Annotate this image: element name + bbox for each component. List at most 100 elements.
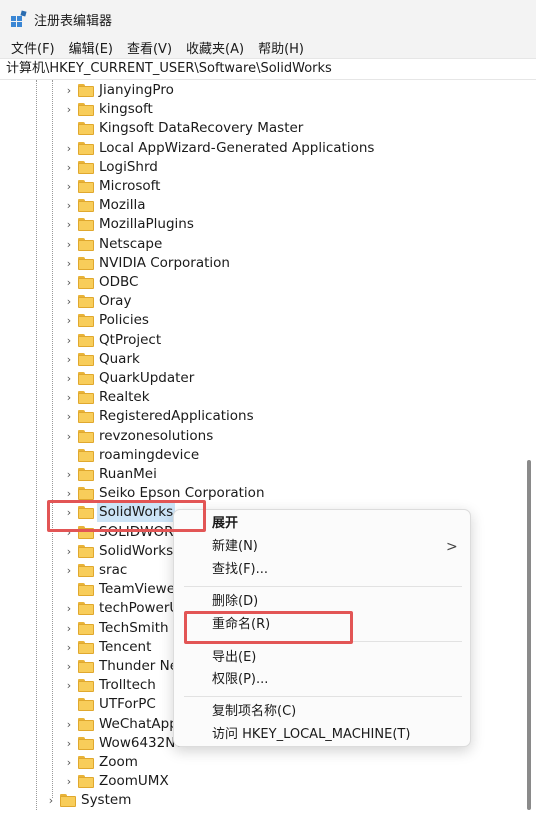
menu-copy-key-name[interactable]: 复制项名称(C) [212,702,296,722]
scrollbar-thumb[interactable] [527,460,531,810]
expand-chevron-icon[interactable]: › [64,427,74,446]
expand-chevron-icon[interactable]: › [46,791,56,810]
tree-item-label: Local AppWizard-Generated Applications [99,139,375,156]
tree-item[interactable]: › kingsoft [0,100,520,119]
tree-item-label: UTForPC [99,696,156,713]
expand-chevron-icon[interactable]: › [64,772,74,791]
menu-view[interactable]: 查看(V) [127,38,172,57]
tree-item-label: NVIDIA Corporation [99,254,230,271]
expand-chevron-icon[interactable]: › [64,407,74,426]
expand-chevron-icon[interactable]: › [64,331,74,350]
folder-icon [78,621,94,635]
tree-item-system[interactable]: › System [0,791,520,810]
tree-item[interactable]: › revzonesolutions [0,427,520,446]
expand-chevron-icon[interactable]: › [64,158,74,177]
expand-chevron-icon[interactable]: › [64,273,74,292]
folder-icon [78,775,94,789]
expand-chevron-icon[interactable]: › [64,177,74,196]
tree-item[interactable]: › ZoomUMX [0,772,520,791]
tree-item[interactable]: › Policies [0,311,520,330]
title-bar: 注册表编辑器 [0,0,536,36]
tree-item-label: srac [99,562,128,578]
tree-item-label: revzonesolutions [99,427,214,444]
folder-icon [78,564,94,577]
expand-chevron-icon[interactable]: › [64,715,74,734]
folder-icon [78,160,94,174]
regedit-app-icon [11,10,27,27]
tree-item[interactable]: › Microsoft [0,177,520,196]
expand-chevron-icon[interactable]: › [64,215,74,234]
menu-export[interactable]: 导出(E) [212,648,256,668]
expand-chevron-icon[interactable]: › [64,369,74,388]
tree-item[interactable]: › QuarkUpdater [0,369,520,388]
folder-icon [78,237,94,251]
tree-item[interactable]: › LogiShrd [0,158,520,177]
tree-item[interactable]: › Oray [0,292,520,311]
menu-visit-hklm[interactable]: 访问 HKEY_LOCAL_MACHINE(T) [212,725,410,745]
tree-item-label: Oray [99,293,132,310]
menu-permissions[interactable]: 权限(P)... [212,670,268,690]
folder-icon [78,429,94,443]
expand-chevron-icon[interactable]: › [64,311,74,330]
expand-chevron-icon[interactable]: › [64,657,74,676]
tree-item[interactable]: › NVIDIA Corporation [0,254,520,273]
expand-chevron-icon[interactable]: › [64,139,74,158]
expand-chevron-icon[interactable]: › [64,196,74,215]
expand-chevron-icon[interactable]: › [64,734,74,753]
tree-item[interactable]: roamingdevice [0,446,520,465]
expand-chevron-icon[interactable]: › [64,235,74,254]
tree-item[interactable]: › RuanMei [0,465,520,484]
tree-item[interactable]: › ODBC [0,273,520,292]
expand-chevron-icon[interactable]: › [64,753,74,772]
expand-chevron-icon[interactable]: › [64,254,74,273]
tree-item-label: Kingsoft DataRecovery Master [99,120,304,137]
expand-chevron-icon[interactable]: › [64,638,74,657]
expand-chevron-icon[interactable]: › [64,81,74,100]
tree-item[interactable]: › Mozilla [0,196,520,215]
folder-icon [60,794,76,808]
expand-chevron-icon[interactable]: › [64,561,74,580]
expand-chevron-icon[interactable]: › [64,465,74,484]
tree-item[interactable]: › Local AppWizard-Generated Applications [0,139,520,158]
expand-chevron-icon[interactable]: › [64,599,74,618]
menu-edit[interactable]: 编辑(E) [69,38,113,57]
tree-item-label: LogiShrd [99,158,158,175]
tree-item[interactable]: › RegisteredApplications [0,407,520,426]
expand-chevron-icon[interactable]: › [64,542,74,561]
expand-chevron-icon[interactable]: › [64,619,74,638]
menu-delete[interactable]: 删除(D) [212,592,258,612]
folder-icon [78,295,94,309]
tree-scrollbar[interactable] [522,80,536,816]
tree-item[interactable]: › Zoom [0,753,520,772]
tree-item[interactable]: › Realtek [0,388,520,407]
folder-icon [78,276,94,289]
menu-expand[interactable]: 展开 [212,514,238,534]
folder-icon [78,372,94,385]
menu-new[interactable]: 新建(N) [212,537,258,557]
tree-item-label: RegisteredApplications [99,408,254,425]
tree-item[interactable]: › QtProject [0,331,520,350]
tree-item[interactable]: › JianyingPro [0,81,520,100]
tree-item[interactable]: › Quark [0,350,520,369]
expand-chevron-icon[interactable]: › [64,350,74,369]
tree-item-label: roamingdevice [99,446,200,463]
folder-icon [78,122,94,136]
tree-item-label: Tencent [99,638,152,655]
tree-item[interactable]: Kingsoft DataRecovery Master [0,119,520,138]
expand-chevron-icon[interactable]: › [64,292,74,311]
tree-item-label: Microsoft [99,178,161,194]
tree-item-label: techPowerU [99,600,180,617]
tree-item[interactable]: › MozillaPlugins [0,215,520,234]
menu-help[interactable]: 帮助(H) [258,38,304,57]
expand-chevron-icon[interactable]: › [64,676,74,695]
expand-chevron-icon[interactable]: › [64,100,74,119]
menu-find[interactable]: 查找(F)... [212,560,268,580]
address-bar[interactable]: 计算机\HKEY_CURRENT_USER\Software\SolidWork… [0,58,536,80]
tree-item-label: Thunder Ne [99,658,179,674]
tree-item-label: TeamViewe [99,581,176,598]
menu-file[interactable]: 文件(F) [11,38,55,57]
expand-chevron-icon[interactable]: › [64,388,74,407]
folder-icon [78,736,94,750]
tree-item[interactable]: › Netscape [0,235,520,254]
menu-favorites[interactable]: 收藏夹(A) [186,38,244,57]
